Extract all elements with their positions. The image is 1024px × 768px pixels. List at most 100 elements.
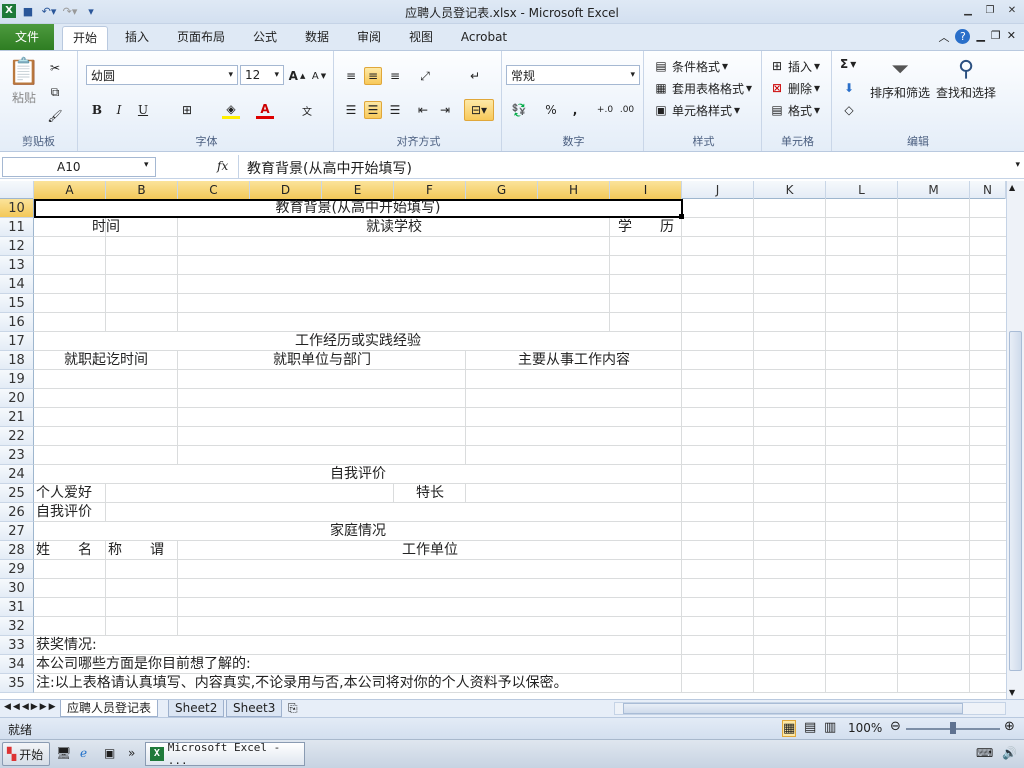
row-header[interactable]: 17 <box>0 332 34 351</box>
desktop-icon[interactable]: 🖥 <box>56 746 71 760</box>
normal-view-icon[interactable]: ▦ <box>782 720 797 737</box>
row-header[interactable]: 23 <box>0 446 34 465</box>
tab-formulas[interactable]: 公式 <box>242 26 288 50</box>
row-header[interactable]: 20 <box>0 389 34 408</box>
scroll-thumb[interactable] <box>1009 331 1022 671</box>
row-header[interactable]: 32 <box>0 617 34 636</box>
row-header[interactable]: 11 <box>0 218 34 237</box>
column-header[interactable]: J <box>682 181 754 199</box>
row-header[interactable]: 19 <box>0 370 34 389</box>
shrink-font-icon[interactable]: A ▼ <box>310 67 328 85</box>
bold-button[interactable]: B <box>88 101 106 119</box>
column-header[interactable]: N <box>970 181 1006 199</box>
find-select-button[interactable]: ⚲ 查找和选择 <box>934 57 998 101</box>
autosum-button[interactable]: Σ ▾ <box>840 57 856 71</box>
insert-sheet-icon[interactable]: ⎘ <box>288 701 298 716</box>
help-icon[interactable]: ? <box>955 29 971 44</box>
tab-insert[interactable]: 插入 <box>114 26 160 50</box>
tab-page-layout[interactable]: 页面布局 <box>168 26 234 50</box>
clear-icon[interactable]: ◇ <box>840 101 858 119</box>
tab-review[interactable]: 审阅 <box>346 26 392 50</box>
name-box[interactable]: A10 <box>2 157 156 177</box>
sheet-tab[interactable]: 应聘人员登记表 <box>60 700 159 717</box>
row-header[interactable]: 22 <box>0 427 34 446</box>
row-header[interactable]: 10 <box>0 199 34 218</box>
cell-r10[interactable]: 教育背景(从高中开始填写) <box>34 199 682 218</box>
doc-minimize-icon[interactable]: ▁ <box>976 29 984 45</box>
sheet-tab[interactable]: Sheet3 <box>226 700 283 717</box>
vertical-scrollbar[interactable]: ▲ ▼ <box>1006 181 1024 699</box>
tab-file[interactable]: 文件 <box>0 24 54 50</box>
keyboard-icon[interactable]: ⌨ <box>976 746 993 760</box>
grow-font-icon[interactable]: A ▲ <box>288 67 306 85</box>
close-icon[interactable]: ✕ <box>1004 3 1020 17</box>
align-left-icon[interactable]: ☰ <box>342 101 360 119</box>
minimize-icon[interactable]: ▁ <box>960 3 976 17</box>
cell-r24[interactable]: 自我评价 <box>34 465 682 484</box>
delete-cells-button[interactable]: ⊠ 删除 ▾ <box>768 79 820 97</box>
insert-function-icon[interactable]: fx <box>217 159 228 173</box>
cut-icon[interactable]: ✂ <box>46 59 64 77</box>
cell-r35[interactable]: 注:以上表格请认真填写、内容真实,不论录用与否,本公司将对你的个人资料予以保密。 <box>36 674 676 693</box>
font-size-select[interactable]: 12 ▾ <box>240 65 284 85</box>
volume-icon[interactable]: 🔊 <box>1002 746 1017 760</box>
percent-button[interactable]: % <box>542 101 560 119</box>
column-header[interactable]: M <box>898 181 970 199</box>
tab-home[interactable]: 开始 <box>62 26 108 50</box>
page-break-view-icon[interactable]: ▥ <box>824 720 836 735</box>
cell-r18a[interactable]: 就职起讫时间 <box>34 351 178 370</box>
row-header[interactable]: 21 <box>0 408 34 427</box>
cell-r33[interactable]: 获奖情况: <box>36 636 636 655</box>
align-center-icon[interactable]: ☰ <box>364 101 382 119</box>
fill-icon[interactable]: ⬇ <box>840 79 858 97</box>
taskbar-excel-item[interactable]: X Microsoft Excel - ... <box>145 741 305 767</box>
row-header[interactable]: 24 <box>0 465 34 484</box>
scroll-down-icon[interactable]: ▼ <box>1009 688 1015 697</box>
format-painter-icon[interactable]: 🖌 <box>46 107 64 125</box>
copy-icon[interactable]: ⧉ <box>46 83 64 101</box>
column-header[interactable]: K <box>754 181 826 199</box>
borders-icon[interactable]: ⊞ <box>178 101 196 119</box>
align-top-icon[interactable]: ≡ <box>342 67 360 85</box>
cell-r28c[interactable]: 工作单位 <box>178 541 682 560</box>
column-header[interactable]: H <box>538 181 610 199</box>
row-header[interactable]: 31 <box>0 598 34 617</box>
paste-button[interactable]: 📋 粘贴 <box>8 57 40 106</box>
row-header[interactable]: 12 <box>0 237 34 256</box>
cell-r28b[interactable]: 称 谓 <box>108 541 178 560</box>
font-color-icon[interactable]: A <box>256 101 274 119</box>
format-cells-button[interactable]: ▤ 格式 ▾ <box>768 101 820 119</box>
column-header[interactable]: D <box>250 181 322 199</box>
column-header[interactable]: E <box>322 181 394 199</box>
row-header[interactable]: 34 <box>0 655 34 674</box>
row-header[interactable]: 35 <box>0 674 34 693</box>
column-header[interactable]: L <box>826 181 898 199</box>
tab-view[interactable]: 视图 <box>398 26 444 50</box>
row-header[interactable]: 16 <box>0 313 34 332</box>
zoom-slider-thumb[interactable] <box>950 722 956 734</box>
horizontal-scrollbar[interactable] <box>614 702 1006 715</box>
formula-input[interactable]: 教育背景(从高中开始填写) <box>238 155 1008 179</box>
cell-r11b[interactable]: 就读学校 <box>178 218 610 237</box>
conditional-format-button[interactable]: ▤ 条件格式 ▾ <box>652 57 728 75</box>
column-header[interactable]: G <box>466 181 538 199</box>
fill-color-icon[interactable]: ◈ <box>222 101 240 119</box>
restore-icon[interactable]: ❐ <box>982 3 998 17</box>
column-header[interactable]: A <box>34 181 106 199</box>
select-all-corner[interactable] <box>0 181 34 199</box>
ie-icon[interactable]: ℯ <box>80 746 87 760</box>
cell-r11c[interactable]: 学 历 <box>610 218 682 237</box>
cell-r28a[interactable]: 姓 名 <box>36 541 106 560</box>
column-header[interactable]: B <box>106 181 178 199</box>
phonetic-icon[interactable]: 文 <box>298 101 316 119</box>
column-header[interactable]: F <box>394 181 466 199</box>
cell-r18c[interactable]: 主要从事工作内容 <box>466 351 682 370</box>
row-header[interactable]: 30 <box>0 579 34 598</box>
sort-filter-button[interactable]: ⏷ 排序和筛选 <box>868 57 932 101</box>
decrease-indent-icon[interactable]: ⇤ <box>414 101 432 119</box>
orientation-icon[interactable]: ⤢ <box>416 67 434 85</box>
cell-r11a[interactable]: 时间 <box>34 218 178 237</box>
tab-acrobat[interactable]: Acrobat <box>452 26 516 50</box>
doc-close-icon[interactable]: ✕ <box>1007 29 1016 45</box>
scroll-up-icon[interactable]: ▲ <box>1009 183 1015 192</box>
